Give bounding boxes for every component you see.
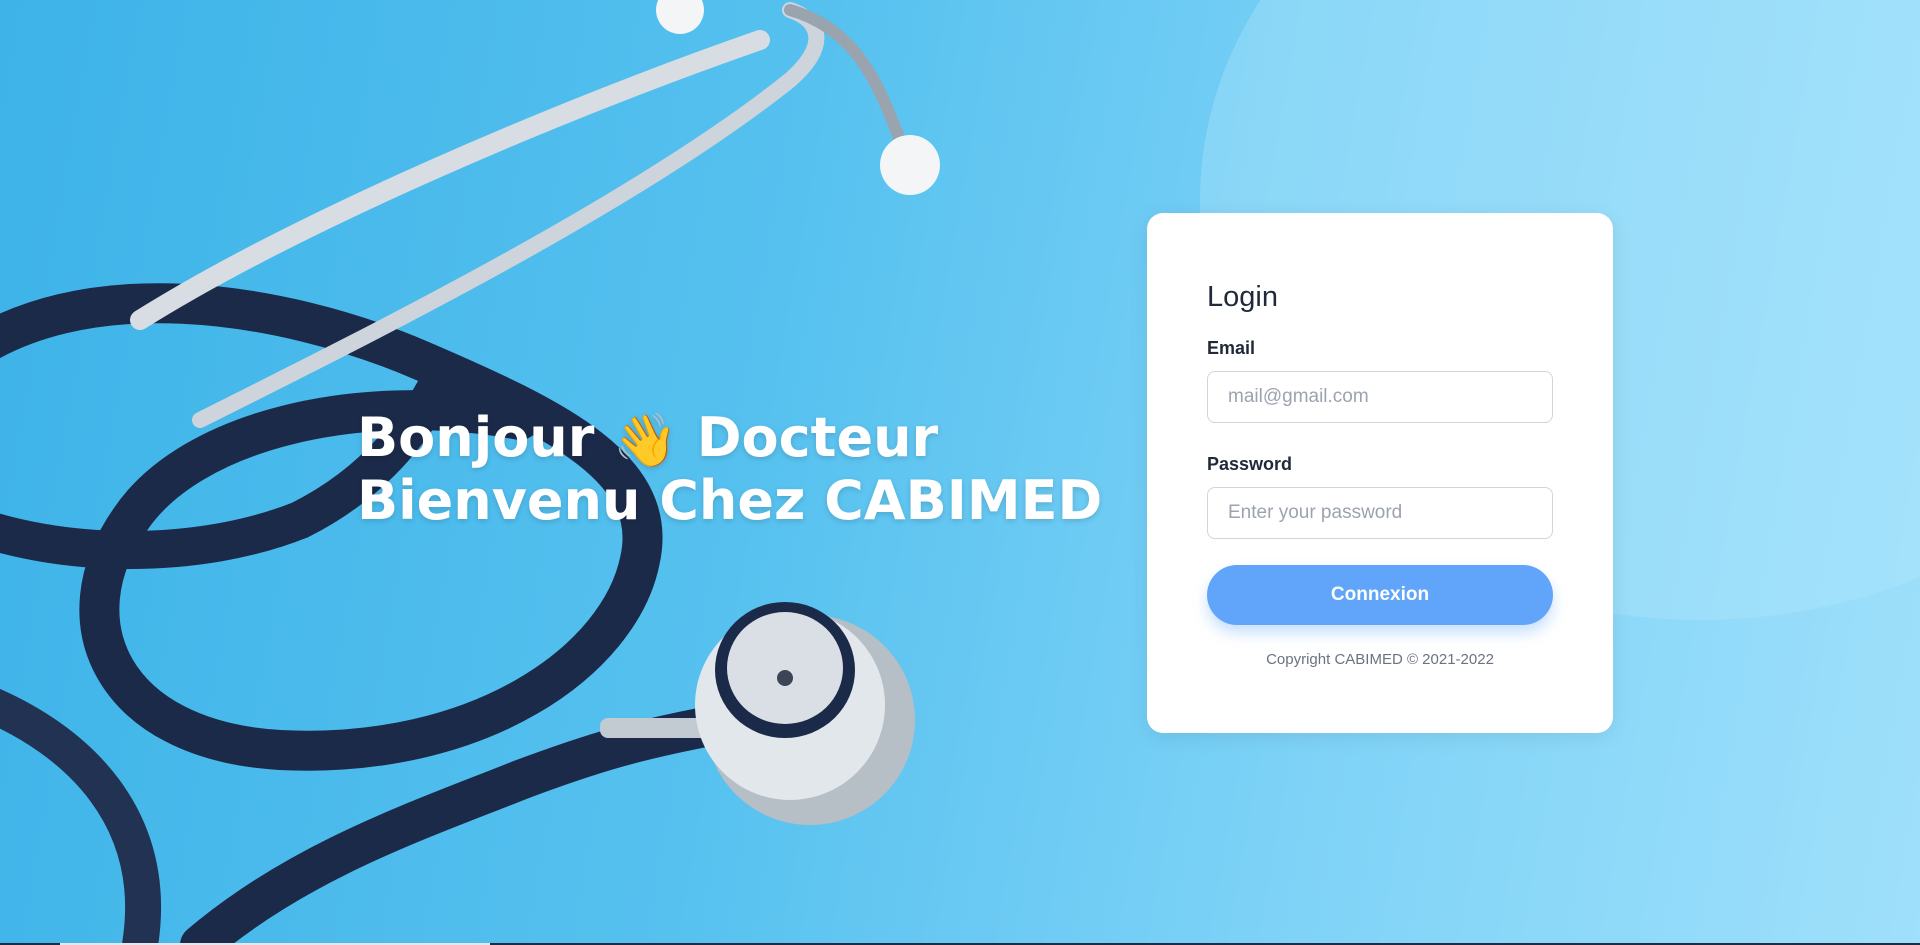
waving-hand-icon: 👋 [613, 411, 678, 472]
login-card: Login Email Password Connexion Copyright… [1147, 213, 1613, 733]
email-label: Email [1207, 338, 1256, 358]
password-label: Password [1207, 454, 1293, 474]
connexion-button[interactable]: Connexion [1207, 565, 1553, 625]
email-field[interactable] [1207, 371, 1553, 423]
copyright-text: Copyright CABIMED © 2021-2022 [1266, 651, 1494, 668]
welcome-line-2: Bienvenu Chez CABIMED [357, 469, 1103, 533]
login-page: Bonjour 👋 Docteur Bienvenu Chez CABIMED … [0, 0, 1920, 945]
welcome-title-doctor: Docteur [677, 406, 939, 469]
welcome-greeting: Bonjour [357, 406, 614, 469]
login-title: Login [1207, 281, 1278, 313]
welcome-line-1: Bonjour 👋 Docteur [357, 406, 1102, 472]
welcome-heading: Bonjour 👋 Docteur Bienvenu Chez CABIMED [357, 408, 1102, 531]
password-field[interactable] [1207, 487, 1553, 539]
